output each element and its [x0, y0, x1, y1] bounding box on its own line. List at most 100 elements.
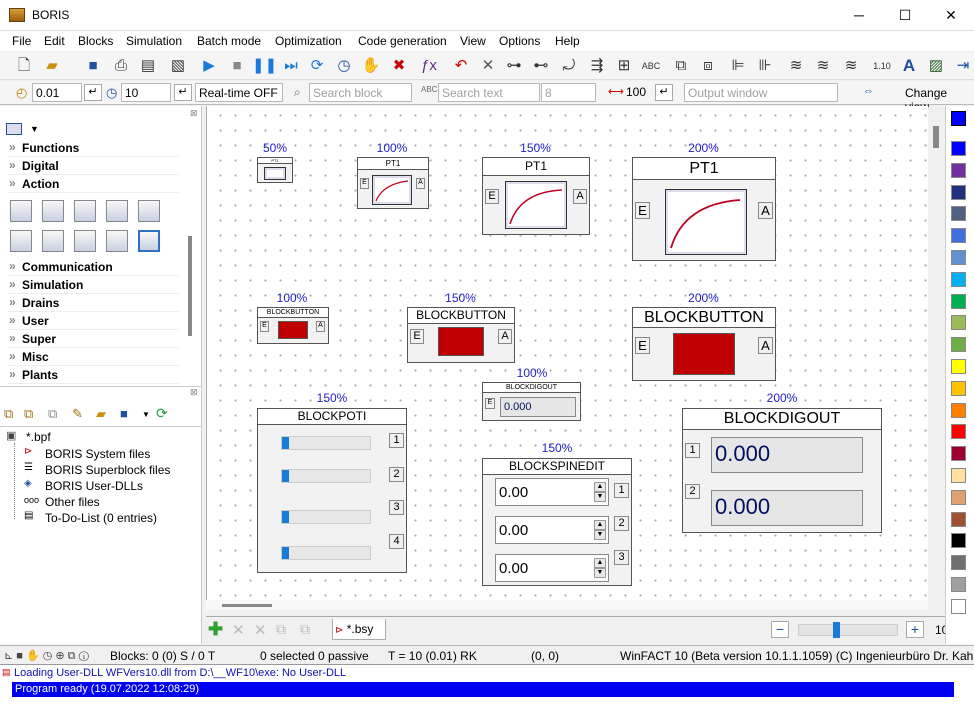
apply-zoom-icon[interactable]: ↵: [655, 84, 673, 101]
action-block-1-icon[interactable]: [10, 200, 32, 222]
port-a[interactable]: A: [316, 321, 325, 332]
port-e[interactable]: E: [485, 398, 495, 409]
font-size-select[interactable]: 8: [541, 83, 596, 102]
blockbutton-block-150[interactable]: BLOCKBUTTON E A: [407, 307, 515, 363]
port-e[interactable]: E: [485, 189, 499, 204]
spin-value[interactable]: 0.00: [499, 484, 528, 501]
port-a[interactable]: A: [758, 337, 773, 354]
tree-item-other-files[interactable]: Other files: [45, 495, 100, 509]
repeat-icon[interactable]: ⟳: [306, 55, 328, 77]
zoom-in-button[interactable]: +: [906, 621, 924, 638]
color-swatch[interactable]: [951, 555, 966, 571]
minimize-button[interactable]: ─: [836, 0, 882, 31]
menu-file[interactable]: File: [12, 34, 31, 48]
port-a[interactable]: A: [758, 202, 773, 219]
function-icon[interactable]: ƒx: [418, 55, 440, 77]
color-swatch[interactable]: [951, 598, 966, 614]
color-swatch[interactable]: [951, 250, 966, 265]
rotate-icon[interactable]: ⤾: [558, 55, 580, 77]
port-2[interactable]: 2: [389, 467, 404, 482]
color-swatch[interactable]: [951, 511, 966, 527]
view-options-icon[interactable]: [6, 123, 22, 135]
joystick-icon[interactable]: [42, 230, 64, 252]
action-block-6-icon[interactable]: [10, 230, 32, 252]
export-icon[interactable]: ⇥: [952, 55, 974, 77]
distribute-v-icon[interactable]: ≋: [812, 55, 834, 77]
spin-value[interactable]: 0.00: [499, 560, 528, 577]
print-icon[interactable]: ⎙: [110, 55, 132, 77]
tree-item-todo-list[interactable]: To-Do-List (0 entries): [45, 511, 157, 525]
menu-options[interactable]: Options: [499, 34, 540, 48]
blockdigout-block-200[interactable]: BLOCKDIGOUT 1 0.000 2 0.000: [682, 408, 882, 533]
clock-icon[interactable]: ◷: [333, 55, 355, 77]
port-4[interactable]: 4: [389, 534, 404, 549]
close-tab-icon[interactable]: ✕: [232, 621, 245, 639]
digout-block-icon[interactable]: [138, 230, 160, 252]
menu-help[interactable]: Help: [555, 34, 580, 48]
color-swatch[interactable]: [951, 315, 966, 331]
connect-icon[interactable]: ⇶: [586, 55, 608, 77]
open-folder-icon[interactable]: ▰: [41, 55, 63, 77]
tree-add-icon[interactable]: ⧉: [24, 406, 33, 422]
blockdigout-block-100[interactable]: BLOCKDIGOUT E 0.000: [482, 382, 581, 421]
color-swatch[interactable]: [951, 206, 966, 222]
tab-paste-icon[interactable]: ⧉: [300, 621, 310, 638]
new-file-icon[interactable]: 🗋: [13, 55, 35, 77]
chevron-down-icon[interactable]: ▼: [30, 124, 39, 134]
action-block-2-icon[interactable]: [42, 200, 64, 222]
menu-view[interactable]: View: [460, 34, 486, 48]
menu-simulation[interactable]: Simulation: [126, 34, 182, 48]
clear-hand-icon[interactable]: ✖: [388, 55, 410, 77]
color-swatch[interactable]: [951, 228, 966, 244]
poti-slider-2[interactable]: [281, 469, 371, 483]
port-e[interactable]: E: [260, 321, 269, 332]
color-swatch[interactable]: [951, 293, 966, 309]
save-icon[interactable]: ■: [82, 55, 104, 77]
color-swatch[interactable]: [951, 380, 966, 396]
port-a[interactable]: A: [416, 178, 425, 189]
picture-icon[interactable]: ▨: [925, 55, 947, 77]
align-right-icon[interactable]: ⊪: [754, 55, 776, 77]
realtime-select[interactable]: Real-time OFF: [195, 83, 283, 102]
tab-copy-icon[interactable]: ⧉: [276, 621, 286, 638]
text-icon[interactable]: A: [898, 55, 920, 77]
red-button[interactable]: [438, 327, 484, 356]
poti-slider-1[interactable]: [281, 436, 371, 450]
status-tools-icon[interactable]: ⊾ ■ ✋ ◷ ⊕ ⧉ ⓘ: [4, 649, 89, 663]
tree-refresh-icon[interactable]: ⟳: [156, 405, 168, 422]
color-swatch[interactable]: [951, 162, 966, 178]
spin-down-icon[interactable]: ▼: [594, 568, 606, 578]
category-action[interactable]: Action: [8, 175, 179, 193]
color-swatch[interactable]: [951, 337, 966, 353]
close-all-icon[interactable]: ✕: [254, 621, 267, 639]
color-swatch[interactable]: [951, 446, 966, 462]
category-communication[interactable]: Communication: [8, 258, 179, 276]
tree-chevron-icon[interactable]: ▼: [142, 410, 150, 419]
close-panel-icon[interactable]: ⊠: [190, 108, 198, 119]
pt1-block-150[interactable]: PT1 E A: [482, 157, 590, 235]
canvas-vscroll[interactable]: [929, 106, 944, 610]
canvas-hscroll[interactable]: [206, 600, 928, 610]
tree-save-icon[interactable]: ■: [120, 406, 128, 421]
category-plants[interactable]: Plants: [8, 366, 179, 384]
close-button[interactable]: ✕: [928, 0, 974, 31]
diagram-canvas[interactable]: 50% PT1 100% PT1 E A 150% PT1 E A 200% P…: [206, 106, 928, 610]
action-block-3-icon[interactable]: [74, 200, 96, 222]
image-icon[interactable]: ▧: [167, 55, 189, 77]
maximize-button[interactable]: ☐: [882, 0, 928, 31]
superblock-in-icon[interactable]: ⧉: [670, 55, 692, 77]
port-e[interactable]: E: [410, 329, 424, 344]
menu-code-generation[interactable]: Code generation: [358, 34, 447, 48]
red-button[interactable]: [673, 333, 735, 375]
pt1-block-50[interactable]: PT1: [257, 157, 293, 183]
pause-icon[interactable]: ❚❚: [252, 55, 277, 77]
library-scrollbar[interactable]: [188, 236, 192, 336]
port-3[interactable]: 3: [614, 550, 629, 565]
color-swatch[interactable]: [951, 489, 966, 505]
action-block-4-icon[interactable]: [106, 200, 128, 222]
spellcheck-icon[interactable]: ABC: [640, 55, 662, 77]
spin-value[interactable]: 0.00: [499, 522, 528, 539]
spin-up-icon[interactable]: ▲: [594, 482, 606, 492]
tree-item-superblock-files[interactable]: BORIS Superblock files: [45, 463, 170, 477]
spin-down-icon[interactable]: ▼: [594, 492, 606, 502]
